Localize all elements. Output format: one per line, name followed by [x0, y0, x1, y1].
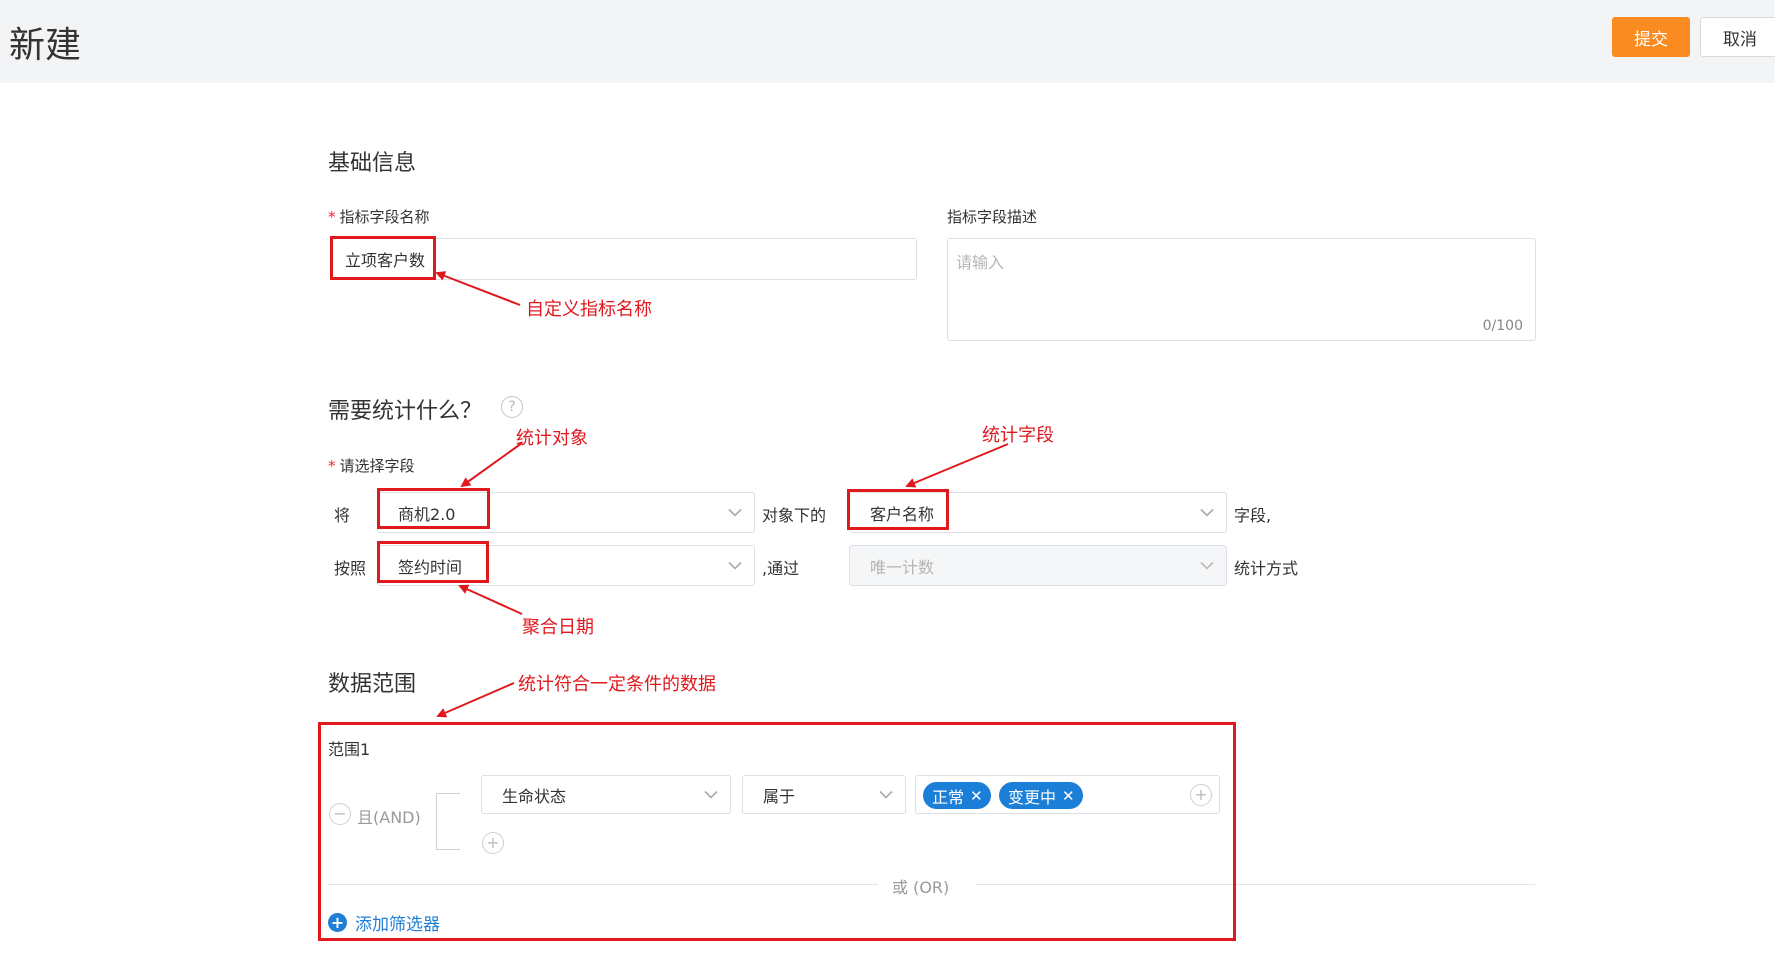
object-suffix: 对象下的: [762, 506, 827, 525]
name-label: * 指标字段名称: [328, 206, 430, 227]
via-text: ,通过: [762, 559, 800, 578]
name-label-text: 指标字段名称: [339, 208, 430, 226]
annotation-box-name: [330, 236, 436, 280]
section-title-basic: 基础信息: [328, 151, 417, 176]
prefix-jiang: 将: [334, 506, 351, 525]
top-bar: 新建 提交 取消: [0, 0, 1775, 83]
desc-char-counter: 0/100: [1482, 318, 1523, 334]
cancel-button[interactable]: 取消: [1700, 17, 1775, 57]
method-select[interactable]: 唯一计数: [849, 545, 1227, 586]
annotation-box-object: [377, 488, 490, 529]
required-mark: *: [328, 208, 336, 226]
submit-button[interactable]: 提交: [1612, 17, 1690, 57]
annotation-stat-field: 统计字段: [982, 425, 1054, 446]
desc-textarea[interactable]: 请输入 0/100: [947, 238, 1536, 341]
desc-placeholder: 请输入: [956, 253, 1005, 272]
prefix-anzhao: 按照: [334, 559, 367, 578]
required-mark: *: [328, 457, 336, 475]
chevron-down-icon: [1200, 508, 1214, 517]
method-suffix: 统计方式: [1234, 559, 1299, 578]
chevron-down-icon: [728, 508, 742, 517]
question-circle-icon[interactable]: ?: [501, 396, 523, 418]
section-title-stats: 需要统计什么？: [328, 399, 483, 424]
method-select-value: 唯一计数: [870, 557, 935, 577]
chevron-down-icon: [1200, 561, 1214, 570]
annotation-box-date: [377, 541, 489, 583]
annotation-custom-name: 自定义指标名称: [526, 299, 652, 320]
chevron-down-icon: [728, 561, 742, 570]
section-title-range: 数据范围: [328, 672, 417, 697]
field-select-label: * 请选择字段: [328, 455, 415, 476]
desc-label: 指标字段描述: [947, 208, 1038, 226]
annotation-box-range: [318, 722, 1236, 941]
annotation-aggregate-date: 聚合日期: [522, 617, 594, 638]
field-suffix: 字段,: [1234, 506, 1272, 525]
field-select-label-text: 请选择字段: [339, 457, 415, 475]
annotation-box-field: [847, 489, 949, 530]
page-title: 新建: [9, 25, 82, 66]
annotation-stat-object: 统计对象: [516, 428, 588, 449]
annotation-range-note: 统计符合一定条件的数据: [518, 674, 716, 695]
